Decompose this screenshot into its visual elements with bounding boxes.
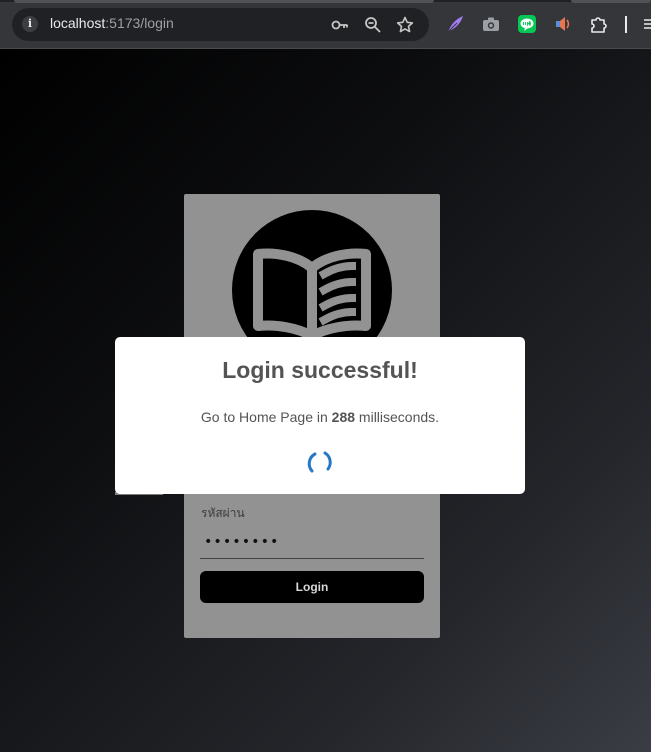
dialog-message: Go to Home Page in 288 milliseconds.	[115, 409, 525, 425]
message-prefix: Go to Home Page in	[200, 409, 328, 425]
info-icon[interactable]: i	[22, 16, 38, 32]
password-field[interactable]	[200, 526, 424, 559]
tab-edge	[14, 0, 434, 3]
puzzle-extension-icon[interactable]	[589, 14, 609, 34]
toolbar-divider	[625, 16, 627, 33]
password-label: รหัสผ่าน	[201, 506, 245, 520]
tab-edge	[571, 0, 651, 3]
feather-extension-icon[interactable]	[445, 14, 465, 34]
address-bar[interactable]: i localhost:5173/login	[12, 8, 429, 41]
url-path: :5173/login	[105, 15, 174, 31]
key-icon[interactable]	[330, 15, 350, 35]
url-host: localhost	[50, 15, 106, 31]
countdown-value: 288	[331, 409, 356, 425]
loading-spinner-icon	[307, 451, 332, 473]
star-icon[interactable]	[395, 15, 415, 35]
kebab-menu-icon[interactable]	[641, 14, 651, 34]
success-dialog: Login successful! Go to Home Page in 288…	[115, 337, 525, 494]
login-button[interactable]: Login	[200, 571, 424, 603]
camera-extension-icon[interactable]	[481, 14, 501, 34]
zoom-icon[interactable]	[363, 15, 383, 35]
url-text[interactable]: localhost:5173/login	[50, 15, 174, 31]
browser-toolbar: i localhost:5173/login	[0, 0, 651, 49]
dialog-title: Login successful!	[222, 357, 418, 383]
message-suffix: milliseconds.	[358, 409, 440, 425]
login-page: รหัสผ่าน Login Login successful! Go to H…	[0, 49, 651, 752]
speaker-extension-icon[interactable]	[553, 14, 573, 34]
line-extension-icon[interactable]	[517, 14, 537, 34]
